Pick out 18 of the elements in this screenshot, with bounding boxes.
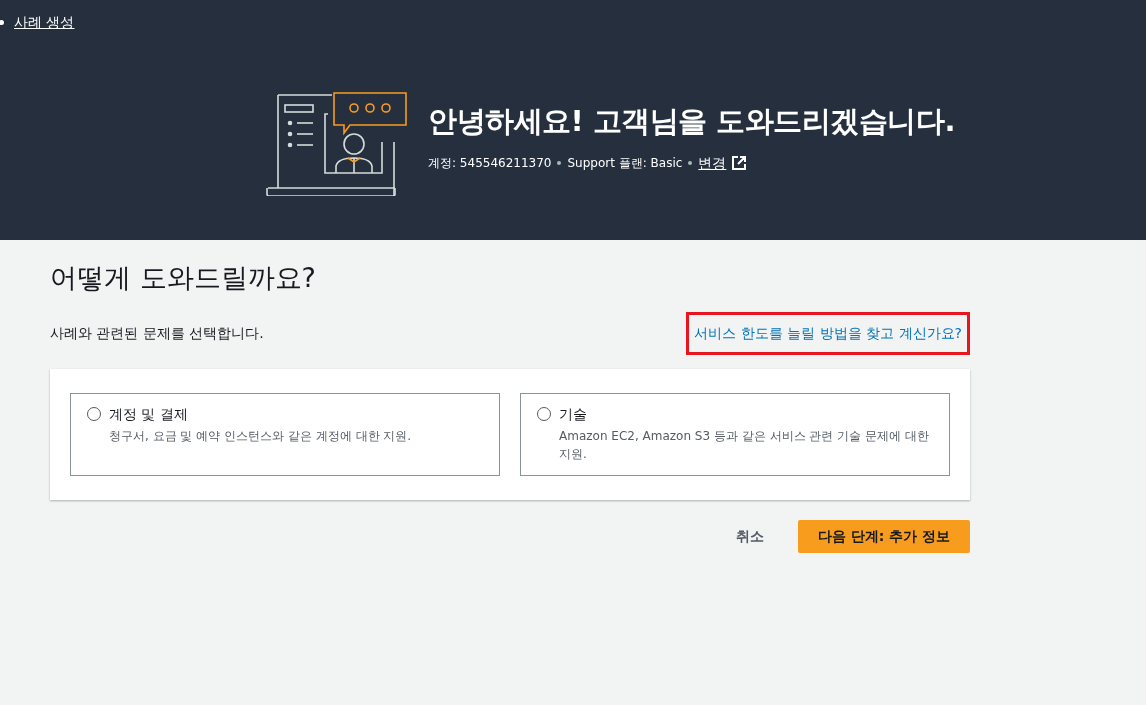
external-link-icon bbox=[732, 156, 747, 171]
cancel-button[interactable]: 취소 bbox=[729, 525, 770, 549]
bullet-icon bbox=[0, 20, 4, 25]
page-heading: 어떻게 도와드릴까요? bbox=[50, 262, 317, 295]
instruction-text: 사례와 관련된 문제를 선택합니다. bbox=[50, 324, 264, 344]
option-tile[interactable]: 기술 Amazon EC2, Amazon S3 등과 같은 서비스 관련 기술 문제에 대한 지원. bbox=[520, 393, 950, 477]
option-title: 기술 bbox=[559, 405, 588, 425]
change-link[interactable]: 변경 bbox=[698, 152, 727, 174]
breadcrumb-link[interactable]: 사례 생성 bbox=[14, 12, 75, 33]
next-step-button[interactable]: 다음 단계: 추가 정보 bbox=[797, 520, 970, 554]
option-description: 청구서, 요금 및 예약 인스턴스와 같은 계정에 대한 지원. bbox=[109, 428, 412, 446]
greeting-title: 안녕하세요! 고객님을 도와드리겠습니다. bbox=[428, 104, 955, 139]
option-title: 계정 및 결제 bbox=[109, 405, 189, 425]
support-plan: Support 플랜: Basic bbox=[567, 155, 683, 173]
option-tile[interactable]: 계정 및 결제 청구서, 요금 및 예약 인스턴스와 같은 계정에 대한 지원. bbox=[70, 393, 500, 477]
service-limit-link[interactable]: 서비스 한도를 늘릴 방법을 찾고 계신가요? bbox=[686, 312, 970, 356]
account-id: 계정: 545546211370 bbox=[428, 155, 552, 173]
option-description: Amazon EC2, Amazon S3 등과 같은 서비스 관련 기술 문제에 대한 지원. bbox=[559, 428, 930, 464]
